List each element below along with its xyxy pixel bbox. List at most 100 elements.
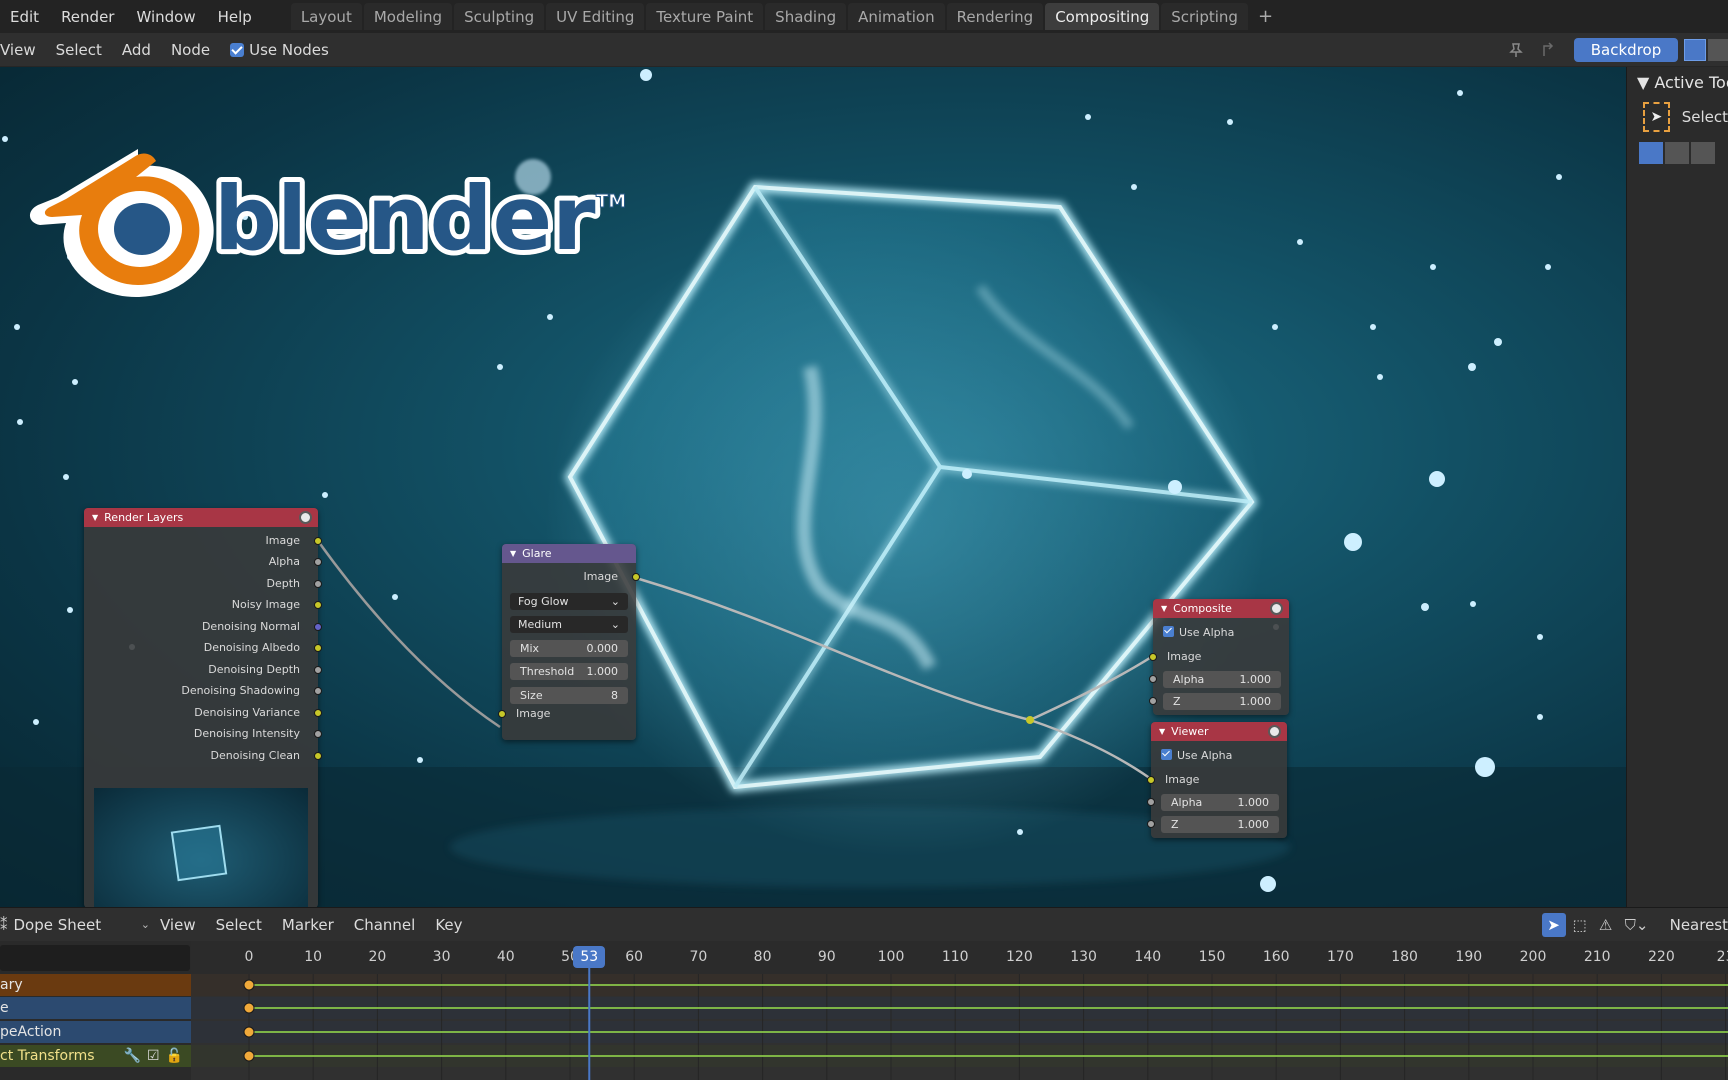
socket-image[interactable] [1149,653,1157,661]
backdrop-toggle-button[interactable]: Backdrop [1574,38,1678,62]
lock-icon[interactable]: 🔓 [166,1048,183,1064]
socket-alpha[interactable] [1149,675,1157,683]
only-errors-icon[interactable]: ⚠ [1594,913,1618,937]
channel-action[interactable]: peAction [0,1021,191,1043]
compositor-backdrop[interactable]: blender blender TM ▼ Render Layers Image… [0,67,1626,907]
composite-node[interactable]: ▼ Composite Use Alpha Image Alpha 1.000 … [1149,599,1289,715]
glare-type-dropdown[interactable]: Fog Glow ⌄ [510,593,628,610]
socket-denoising-depth[interactable] [314,666,322,674]
editor-type-dropdown[interactable]: ⁑ Dope Sheet ⌄ [0,916,150,934]
socket-z[interactable] [1147,820,1155,828]
dope-menu-key[interactable]: Key [425,916,472,934]
show-hidden-icon[interactable]: ⬚ [1568,913,1592,937]
tab-uv-editing[interactable]: UV Editing [546,3,645,30]
socket-alpha[interactable] [1147,798,1155,806]
tab-compositing[interactable]: Compositing [1045,3,1160,30]
menu-edit[interactable]: Edit [0,8,50,26]
backdrop-channels-icon[interactable] [1684,39,1706,61]
quality-dropdown[interactable]: Medium ⌄ [510,616,628,633]
keyframe[interactable] [243,1050,255,1062]
alpha-field[interactable]: Alpha 1.000 [1161,794,1279,811]
sidebar-title[interactable]: ▼ Active Tool [1627,67,1728,92]
menu-render[interactable]: Render [50,8,125,26]
render-layers-node[interactable]: ▼ Render Layers Image Alpha Depth Noisy … [84,508,322,907]
only-selected-icon[interactable]: ➤ [1541,913,1566,937]
mode-extend-icon[interactable] [1665,142,1689,164]
current-frame-indicator[interactable]: 53 [573,946,606,968]
socket-depth[interactable] [314,580,322,588]
mode-set-icon[interactable] [1639,142,1663,164]
backdrop-image-icon[interactable] [1708,39,1728,61]
socket-image-out[interactable] [632,573,640,581]
channel-summary[interactable]: ary [0,974,191,996]
mix-field[interactable]: Mix 0.000 [510,640,628,657]
dope-menu-channel[interactable]: Channel [344,916,426,934]
tab-animation[interactable]: Animation [848,3,945,30]
socket-denoising-albedo[interactable] [314,644,322,652]
node-preview-icon[interactable] [1268,725,1281,738]
socket-denoising-intensity[interactable] [314,730,322,738]
use-nodes-checkbox[interactable]: Use Nodes [220,41,339,59]
tab-sculpting[interactable]: Sculpting [454,3,545,30]
socket-z[interactable] [1149,697,1157,705]
z-field[interactable]: Z 1.000 [1163,693,1281,710]
collapse-icon[interactable]: ▼ [1159,727,1165,736]
wrench-icon[interactable]: 🔧 [124,1048,141,1064]
socket-denoising-normal[interactable] [314,623,322,631]
menu-window[interactable]: Window [125,8,206,26]
composite-node-header[interactable]: ▼ Composite [1153,599,1289,618]
alpha-field[interactable]: Alpha 1.000 [1163,671,1281,688]
use-alpha-checkbox[interactable]: Use Alpha [1161,749,1232,762]
dope-menu-view[interactable]: View [150,916,206,934]
menu-select[interactable]: Select [46,41,112,59]
tab-modeling[interactable]: Modeling [363,3,453,30]
pin-icon[interactable] [1504,38,1528,62]
socket-image[interactable] [314,537,322,545]
node-preview-icon[interactable] [1270,602,1283,615]
filter-icon[interactable]: ⛉⌄ [1620,913,1654,937]
tab-layout[interactable]: Layout [290,3,362,30]
use-alpha-checkbox[interactable]: Use Alpha [1163,626,1234,639]
channel-object-transforms[interactable]: ct Transforms 🔧 ☑ 🔓 [0,1045,191,1067]
mode-subtract-icon[interactable] [1691,142,1715,164]
snap-mode-dropdown[interactable]: Nearest [1670,916,1728,934]
render-layers-node-header[interactable]: ▼ Render Layers [84,508,318,527]
keyframe-tracks[interactable] [191,941,1728,1080]
socket-alpha[interactable] [314,558,322,566]
menu-help[interactable]: Help [207,8,263,26]
collapse-icon[interactable]: ▼ [92,513,98,522]
tab-rendering[interactable]: Rendering [946,3,1044,30]
menu-node[interactable]: Node [161,41,220,59]
socket-denoising-shadowing[interactable] [314,687,322,695]
threshold-field[interactable]: Threshold 1.000 [510,663,628,680]
viewer-node[interactable]: ▼ Viewer Use Alpha Image Alpha 1.000 Z 1… [1147,722,1287,838]
menu-view[interactable]: View [0,41,46,59]
channel-search-input[interactable] [0,945,190,971]
collapse-icon[interactable]: ▼ [1161,604,1167,613]
tab-texture-paint[interactable]: Texture Paint [646,3,764,30]
glare-node-header[interactable]: ▼ Glare [502,544,636,563]
menu-add[interactable]: Add [112,41,161,59]
glare-node[interactable]: ▼ Glare Image Fog Glow ⌄ Medium ⌄ Mix 0.… [498,544,640,740]
tab-scripting[interactable]: Scripting [1161,3,1248,30]
node-preview-icon[interactable] [299,511,312,524]
z-field[interactable]: Z 1.000 [1161,816,1279,833]
dope-sheet-body[interactable]: ary e peAction ct Transforms 🔧 ☑ 🔓 0 10 20… [0,941,1728,1080]
channel-object[interactable]: e [0,997,191,1019]
tab-shading[interactable]: Shading [765,3,847,30]
select-tool[interactable]: ➤ Select [1627,102,1728,132]
dope-menu-marker[interactable]: Marker [272,916,344,934]
socket-noisy-image[interactable] [314,601,322,609]
socket-denoising-clean[interactable] [314,752,322,760]
socket-image[interactable] [1147,776,1155,784]
viewer-node-header[interactable]: ▼ Viewer [1151,722,1287,741]
socket-image-in[interactable] [498,710,506,718]
collapse-icon[interactable]: ▼ [510,549,516,558]
socket-denoising-variance[interactable] [314,709,322,717]
add-workspace-button[interactable]: + [1250,6,1281,27]
size-field[interactable]: Size 8 [510,687,628,704]
keyframe[interactable] [243,1002,255,1014]
keyframe[interactable] [243,1026,255,1038]
dope-menu-select[interactable]: Select [206,916,272,934]
parent-node-tree-icon[interactable] [1536,38,1560,62]
